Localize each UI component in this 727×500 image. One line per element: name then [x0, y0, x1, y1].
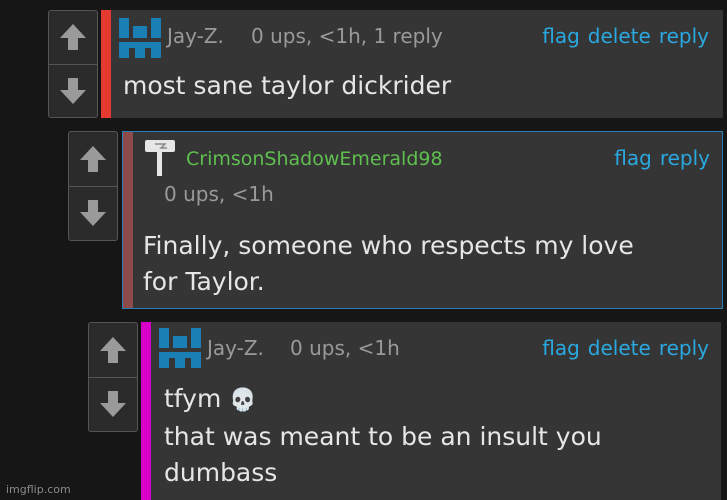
down-arrow-icon [80, 200, 106, 227]
white-hammer-avatar-icon [145, 140, 175, 176]
flag-link[interactable]: flag [542, 24, 580, 48]
up-arrow-icon [100, 336, 126, 363]
vote-box [88, 322, 138, 432]
flag-link[interactable]: flag [614, 146, 652, 170]
upvote-button[interactable] [49, 11, 97, 64]
blue-pixel-avatar-icon [119, 18, 161, 58]
upvote-button[interactable] [89, 323, 137, 377]
down-arrow-icon [60, 77, 86, 104]
comment-panel: Jay-Z. 0 ups, <1h flag delete reply tfym 💀… [141, 322, 721, 500]
down-arrow-icon [100, 391, 126, 418]
downvote-button[interactable] [69, 185, 117, 241]
thread-bar [101, 10, 111, 118]
comment-meta: 0 ups, <1h [164, 182, 274, 206]
comment-actions: flag delete reply [534, 336, 709, 360]
blue-pixel-avatar-icon [159, 328, 201, 368]
up-arrow-icon [80, 145, 106, 172]
watermark: imgflip.com [6, 483, 71, 496]
comment-body: tfym 💀 that was meant to be an insult yo… [164, 381, 602, 491]
delete-link[interactable]: delete [588, 24, 651, 48]
comment-body-line: dumbass [164, 458, 278, 487]
comment-actions: flag delete reply [534, 24, 709, 48]
thread-bar [123, 132, 133, 308]
comment-panel: Jay-Z. 0 ups, <1h, 1 reply flag delete rep… [101, 10, 723, 118]
comment-body: Finally, someone who respects my love fo… [143, 228, 634, 300]
comment-meta: 0 ups, <1h [290, 336, 400, 360]
comment-body-line: most sane taylor dickrider [123, 71, 452, 100]
flag-link[interactable]: flag [542, 336, 580, 360]
comment-body-line: for Taylor. [143, 267, 265, 296]
vote-box [68, 131, 118, 241]
reply-link[interactable]: reply [660, 146, 710, 170]
comment-body-line: Finally, someone who respects my love [143, 231, 634, 260]
comment-body: most sane taylor dickrider [123, 68, 451, 104]
skull-emoji-icon: 💀 [229, 388, 257, 413]
vote-box [48, 10, 98, 118]
username[interactable]: Jay-Z. [207, 336, 264, 360]
comment-body-line: tfym 💀 [164, 381, 602, 419]
upvote-button[interactable] [69, 132, 117, 186]
reply-link[interactable]: reply [659, 24, 709, 48]
thread-bar [141, 322, 151, 500]
comment-body-line: that was meant to be an insult you [164, 422, 602, 451]
up-arrow-icon [60, 24, 86, 51]
delete-link[interactable]: delete [588, 336, 651, 360]
comment-meta: 0 ups, <1h, 1 reply [251, 24, 443, 48]
downvote-button[interactable] [89, 376, 137, 432]
comment-panel: CrimsonShadowEmerald98 flag reply 0 ups, … [122, 131, 723, 309]
username[interactable]: Jay-Z. [167, 24, 224, 48]
reply-link[interactable]: reply [659, 336, 709, 360]
comment-actions: flag reply [606, 146, 710, 170]
username[interactable]: CrimsonShadowEmerald98 [186, 148, 443, 170]
downvote-button[interactable] [49, 63, 97, 118]
comment-body-text: tfym [164, 384, 222, 413]
